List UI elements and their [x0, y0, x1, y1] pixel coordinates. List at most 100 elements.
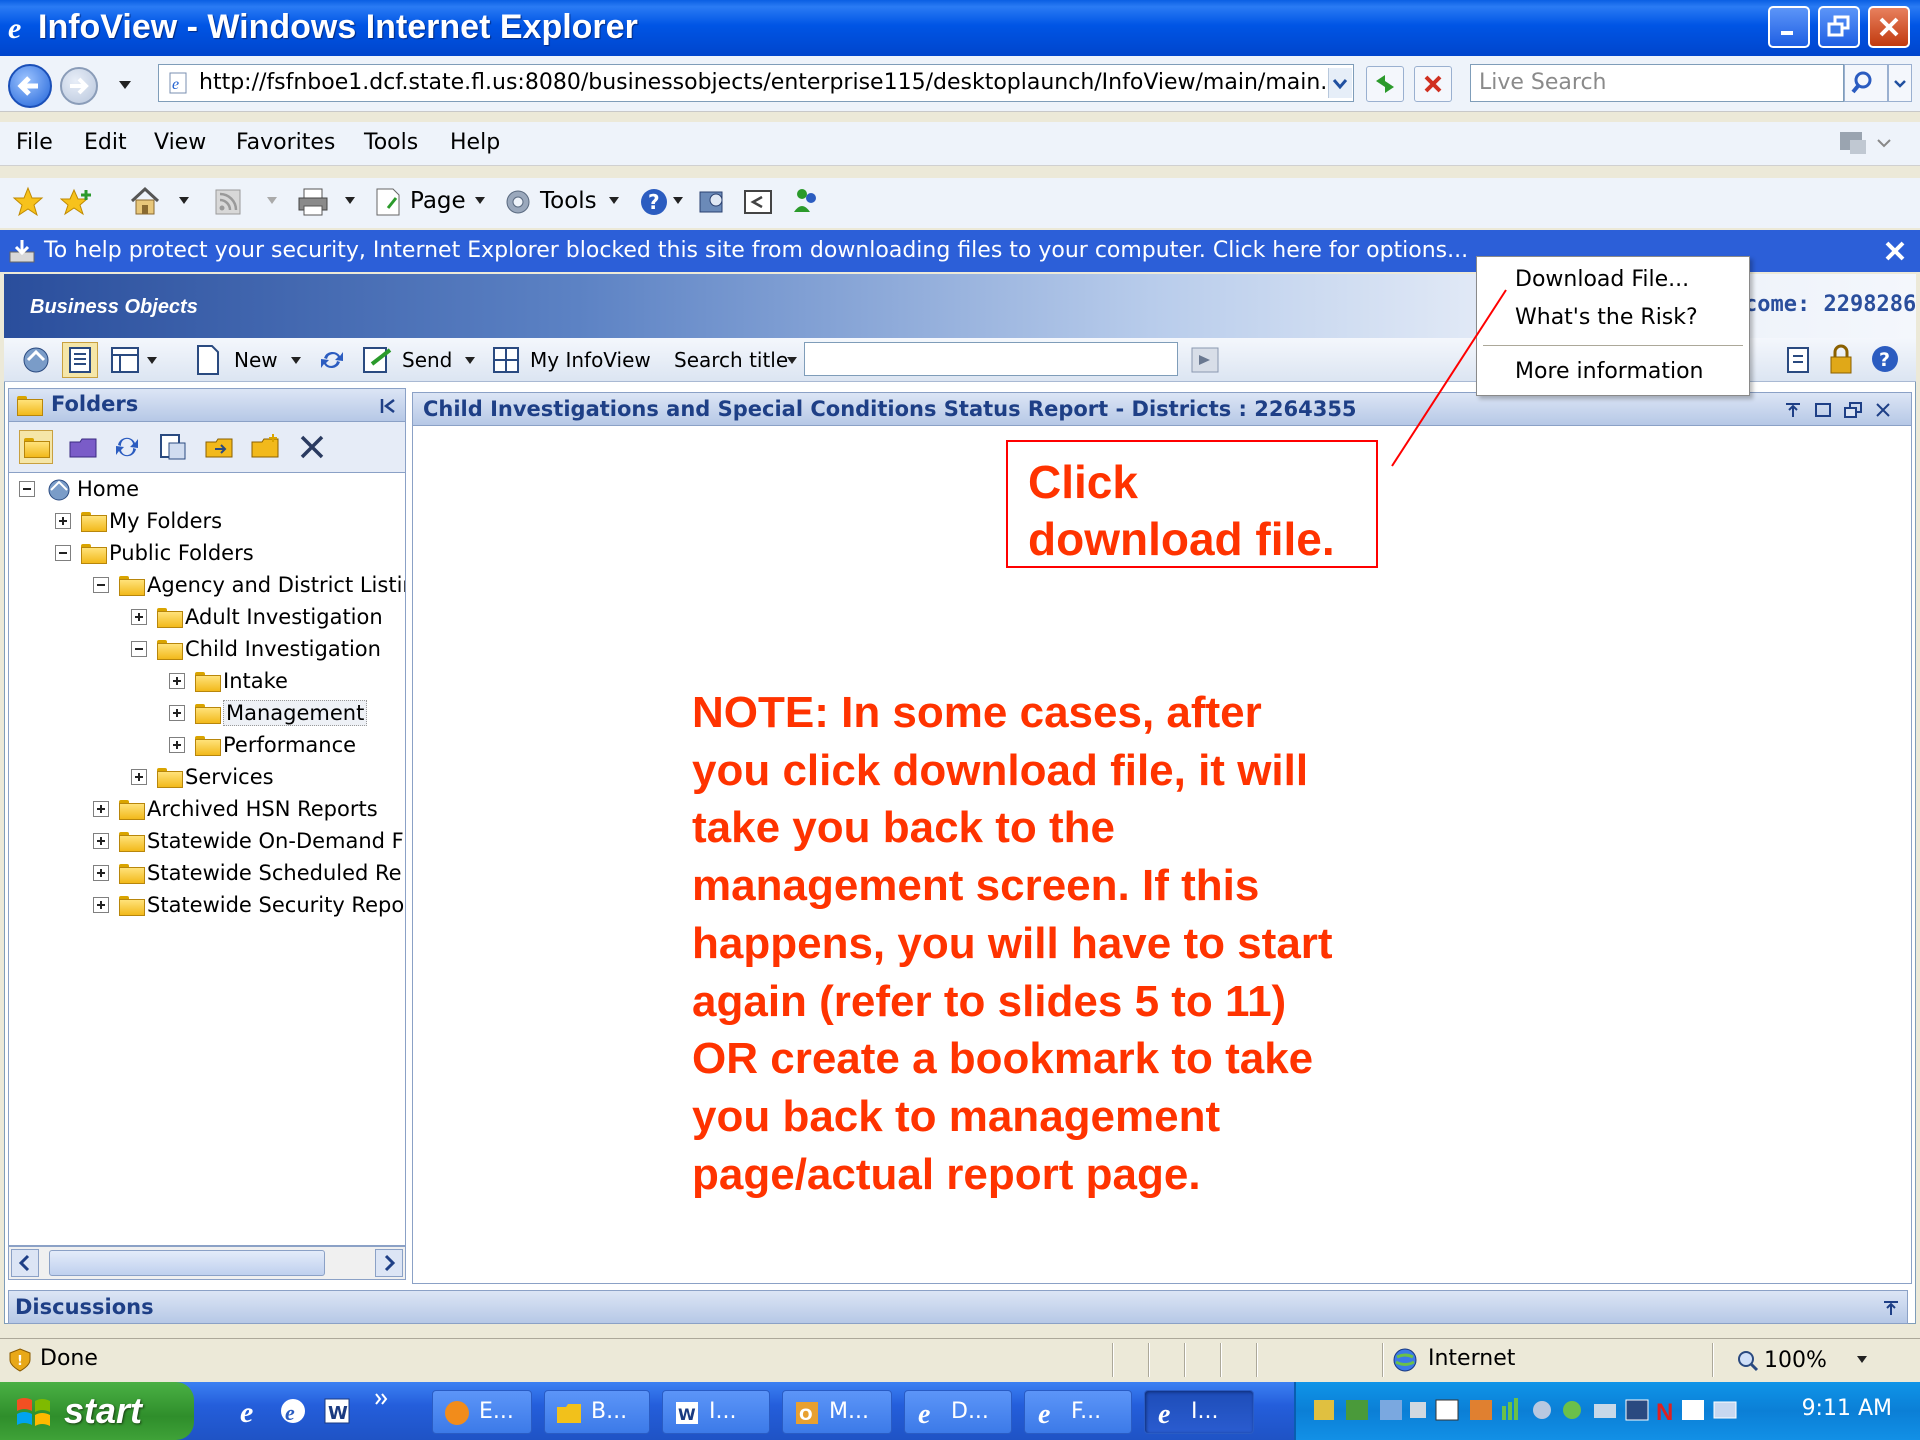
expand-toggle-icon[interactable]	[93, 897, 109, 913]
zoom-level-button[interactable]: 100%	[1764, 1348, 1827, 1373]
history-dropdown-icon[interactable]	[118, 80, 132, 90]
refresh-folders-icon[interactable]	[111, 432, 143, 462]
new-dropdown-icon[interactable]	[290, 356, 302, 366]
header-panel-icon[interactable]	[108, 344, 142, 376]
tree-node-performance[interactable]: Performance	[169, 729, 356, 761]
taskbar-item-active[interactable]: e I...	[1144, 1390, 1254, 1434]
fullscreen-icon[interactable]	[742, 186, 774, 218]
expand-toggle-icon[interactable]	[93, 865, 109, 881]
collapse-toggle-icon[interactable]	[93, 577, 109, 593]
collapse-toggle-icon[interactable]	[55, 545, 71, 561]
expand-toggle-icon[interactable]	[55, 513, 71, 529]
expand-toggle-icon[interactable]	[131, 769, 147, 785]
send-dropdown-icon[interactable]	[464, 356, 476, 366]
collapse-toggle-icon[interactable]	[131, 641, 147, 657]
delete-icon[interactable]	[297, 432, 327, 462]
back-button[interactable]	[8, 64, 52, 108]
word-quicklaunch-icon[interactable]: W	[322, 1396, 352, 1426]
collapse-toggle-icon[interactable]	[19, 481, 35, 497]
document-list-button[interactable]	[62, 342, 98, 378]
search-title-dropdown-icon[interactable]	[786, 356, 798, 366]
tree-node-management[interactable]: Management	[169, 697, 368, 729]
expand-toggle-icon[interactable]	[131, 609, 147, 625]
menu-item-more-information[interactable]: More information	[1515, 359, 1704, 384]
help-icon[interactable]: ?	[1870, 344, 1900, 374]
favorites-star-icon[interactable]	[12, 186, 44, 218]
expand-toggle-icon[interactable]	[169, 705, 185, 721]
taskbar-item[interactable]: B...	[544, 1390, 650, 1434]
expand-toggle-icon[interactable]	[93, 833, 109, 849]
stop-button[interactable]	[1414, 66, 1452, 102]
forward-button[interactable]	[60, 67, 98, 105]
search-go-icon[interactable]	[1190, 346, 1220, 374]
lock-icon[interactable]	[1826, 342, 1856, 376]
tree-node-my-folders[interactable]: My Folders	[55, 505, 222, 537]
menu-tools[interactable]: Tools	[364, 130, 418, 155]
tree-node-archived-hsn[interactable]: Archived HSN Reports	[93, 793, 378, 825]
windows-flag-icon[interactable]	[1836, 126, 1896, 162]
preferences-icon[interactable]	[1784, 344, 1814, 376]
scroll-right-button[interactable]	[375, 1249, 403, 1277]
taskbar-item[interactable]: W I...	[662, 1390, 770, 1434]
new-folder-icon[interactable]	[249, 432, 281, 462]
feeds-icon[interactable]	[214, 188, 242, 216]
feeds-dropdown-icon[interactable]	[266, 196, 278, 206]
scroll-thumb[interactable]	[49, 1250, 325, 1276]
maximize-icon[interactable]	[1813, 401, 1833, 419]
expand-toggle-icon[interactable]	[169, 737, 185, 753]
categories-icon[interactable]	[67, 432, 99, 462]
ie-secondary-quicklaunch-icon[interactable]: e	[278, 1396, 308, 1426]
messenger-icon[interactable]	[790, 184, 822, 218]
pin-icon[interactable]	[1783, 401, 1803, 419]
close-icon[interactable]	[1884, 240, 1906, 262]
home-dropdown-icon[interactable]	[178, 196, 190, 206]
tree-node-child-investigation[interactable]: Child Investigation	[131, 633, 381, 665]
taskbar-item[interactable]: O M...	[782, 1390, 892, 1434]
layout-dropdown-icon[interactable]	[146, 356, 158, 366]
scroll-left-button[interactable]	[11, 1249, 39, 1277]
my-infoview-button[interactable]: My InfoView	[530, 348, 651, 372]
folders-view-button[interactable]	[19, 430, 53, 464]
live-search-input[interactable]: Live Search	[1470, 64, 1844, 102]
help-icon[interactable]: ?	[638, 186, 670, 218]
menu-item-whats-the-risk[interactable]: What's the Risk?	[1515, 305, 1698, 330]
start-button[interactable]: start	[0, 1382, 194, 1440]
tray-icons[interactable]: N	[1306, 1396, 1786, 1426]
menu-view[interactable]: View	[154, 130, 206, 155]
tree-node-intake[interactable]: Intake	[169, 665, 288, 697]
new-button[interactable]: New	[234, 348, 278, 372]
print-icon[interactable]	[296, 186, 330, 218]
address-dropdown-button[interactable]	[1328, 68, 1352, 98]
tree-node-public-folders[interactable]: Public Folders	[55, 537, 254, 569]
tree-node-services[interactable]: Services	[131, 761, 274, 793]
collapse-panel-icon[interactable]	[379, 397, 397, 415]
menu-file[interactable]: File	[16, 130, 53, 155]
research-icon[interactable]	[696, 186, 728, 218]
add-favorites-icon[interactable]	[60, 186, 94, 218]
tree-node-agency-district[interactable]: Agency and District Listin	[93, 569, 405, 601]
tree-node-home[interactable]: Home	[19, 473, 139, 505]
folder-tree-hscrollbar[interactable]	[8, 1246, 406, 1280]
home-icon[interactable]	[20, 344, 52, 376]
address-input[interactable]: e http://fsfnboe1.dcf.state.fl.us:8080/b…	[158, 64, 1354, 102]
search-title-button[interactable]: Search title	[674, 348, 788, 372]
search-options-button[interactable]	[1888, 64, 1912, 102]
taskbar-item[interactable]: e F...	[1024, 1390, 1132, 1434]
expand-toggle-icon[interactable]	[169, 673, 185, 689]
properties-icon[interactable]	[157, 432, 189, 462]
discussions-panel-header[interactable]: Discussions	[8, 1290, 1908, 1324]
taskbar-item[interactable]: e D...	[904, 1390, 1012, 1434]
clock[interactable]: 9:11 AM	[1802, 1396, 1892, 1421]
tree-node-statewide-on-demand[interactable]: Statewide On-Demand F	[93, 825, 404, 857]
page-dropdown-icon[interactable]	[474, 196, 486, 206]
refresh-icon[interactable]	[316, 344, 348, 376]
close-window-button[interactable]	[1868, 6, 1910, 48]
help-dropdown-icon[interactable]	[672, 196, 684, 206]
detach-icon[interactable]	[1843, 401, 1863, 419]
menu-item-download-file[interactable]: Download File...	[1515, 267, 1689, 292]
window-title-bar[interactable]: e InfoView - Windows Internet Explorer	[0, 0, 1920, 56]
tree-node-statewide-security[interactable]: Statewide Security Repo	[93, 889, 404, 921]
close-icon[interactable]	[1873, 401, 1893, 419]
minimize-button[interactable]	[1768, 6, 1810, 48]
taskbar-item[interactable]: E...	[432, 1390, 532, 1434]
